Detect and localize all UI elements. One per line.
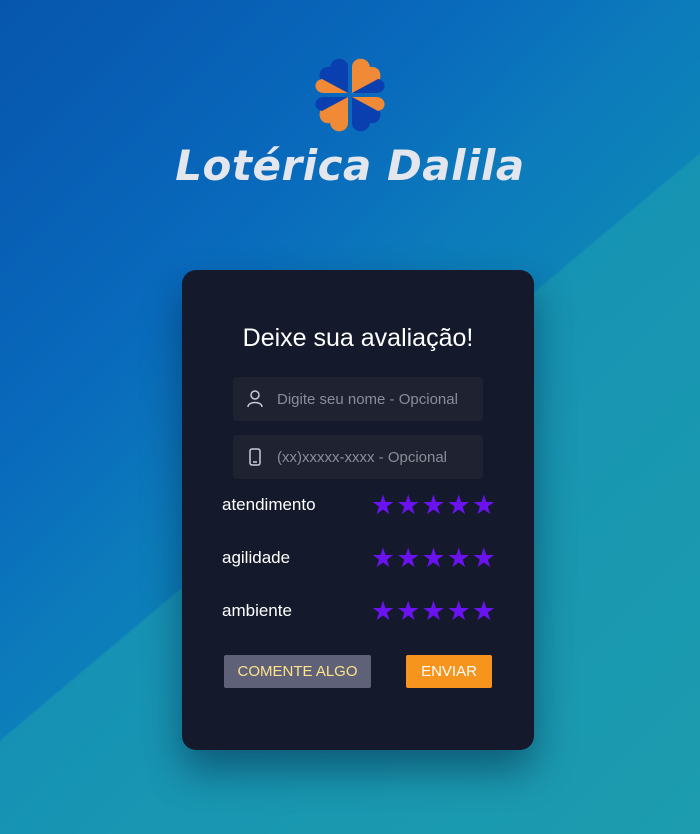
- name-field: [233, 377, 483, 421]
- star-icon[interactable]: ★: [371, 598, 395, 625]
- comment-button[interactable]: COMENTE ALGO: [224, 655, 371, 688]
- rating-row-ambiente: ambiente ★ ★ ★ ★ ★: [222, 596, 496, 626]
- name-input[interactable]: [277, 390, 483, 408]
- user-icon: [233, 377, 277, 421]
- star-icon[interactable]: ★: [447, 492, 471, 519]
- star-rating: ★ ★ ★ ★ ★: [371, 492, 496, 519]
- star-icon[interactable]: ★: [447, 545, 471, 572]
- star-icon[interactable]: ★: [371, 492, 395, 519]
- star-icon[interactable]: ★: [472, 545, 496, 572]
- star-icon[interactable]: ★: [396, 545, 420, 572]
- star-icon[interactable]: ★: [472, 492, 496, 519]
- brand-name: Lotérica Dalila: [175, 141, 525, 190]
- rating-label: ambiente: [222, 601, 292, 620]
- phone-input[interactable]: [277, 448, 483, 466]
- clover-logo-icon: [315, 58, 385, 132]
- star-icon[interactable]: ★: [396, 492, 420, 519]
- star-icon[interactable]: ★: [472, 598, 496, 625]
- star-rating: ★ ★ ★ ★ ★: [371, 598, 496, 625]
- rating-row-agilidade: agilidade ★ ★ ★ ★ ★: [222, 543, 496, 573]
- review-card: Deixe sua avaliação! atendimento ★★★★★ a…: [182, 270, 534, 750]
- star-icon[interactable]: ★: [447, 598, 471, 625]
- page-title: Deixe sua avaliação!: [242, 324, 474, 352]
- phone-field: [233, 435, 483, 479]
- logo: Lotérica Dalila: [0, 55, 700, 190]
- star-icon[interactable]: ★: [421, 492, 445, 519]
- phone-icon: [233, 435, 277, 479]
- rating-label: agilidade: [222, 548, 291, 567]
- rating-label: atendimento: [222, 495, 316, 514]
- send-button[interactable]: ENVIAR: [406, 655, 492, 688]
- star-icon[interactable]: ★: [421, 545, 445, 572]
- rating-row-atendimento: atendimento ★ ★ ★ ★ ★: [222, 490, 496, 520]
- star-icon[interactable]: ★: [371, 545, 395, 572]
- star-icon[interactable]: ★: [421, 598, 445, 625]
- star-icon[interactable]: ★: [396, 598, 420, 625]
- star-rating: ★ ★ ★ ★ ★: [371, 545, 496, 572]
